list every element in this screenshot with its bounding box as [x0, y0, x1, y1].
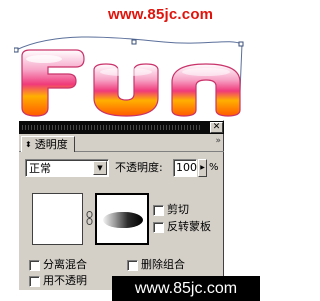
- close-button[interactable]: ✕: [210, 122, 223, 133]
- panel-tab-row: ⬍ 透明度 »: [19, 135, 224, 152]
- delete-group-option[interactable]: 删除组合: [127, 258, 185, 272]
- knockout-option[interactable]: 分离混合: [29, 258, 87, 272]
- invert-mask-checkbox[interactable]: [153, 221, 164, 233]
- invert-mask-option[interactable]: 反转蒙板: [153, 220, 211, 234]
- chevron-down-icon[interactable]: ▼: [93, 161, 107, 175]
- clip-option[interactable]: 剪切: [153, 203, 189, 217]
- fun-text-artwork[interactable]: [14, 32, 246, 120]
- drag-grip[interactable]: [22, 125, 202, 130]
- blend-mode-value: 正常: [29, 162, 51, 175]
- mask-preview: [103, 212, 143, 228]
- artwork-canvas: www.85jc.com: [0, 0, 260, 120]
- opacity-input[interactable]: 100: [173, 159, 197, 177]
- knockout-label: 分离混合: [43, 258, 87, 271]
- watermark-bottom: www.85jc.com: [112, 276, 260, 301]
- clip-checkbox[interactable]: [153, 204, 164, 216]
- blend-mode-select[interactable]: 正常 ▼: [25, 159, 109, 177]
- clip-label: 剪切: [167, 203, 189, 216]
- opacity-shape-option[interactable]: 用不透明: [29, 274, 87, 288]
- opacity-unit: %: [209, 162, 219, 173]
- link-icon[interactable]: [86, 211, 93, 225]
- delete-group-checkbox[interactable]: [127, 259, 138, 271]
- invert-mask-label: 反转蒙板: [167, 220, 211, 233]
- transparency-panel: ✕ ⬍ 透明度 » 正常 ▼ 不透明度: 100 ▶ % 剪切 反转蒙板 分离混…: [18, 120, 224, 290]
- watermark-top: www.85jc.com: [108, 6, 214, 23]
- opacity-shape-checkbox[interactable]: [29, 275, 40, 287]
- panel-titlebar[interactable]: ✕: [19, 121, 224, 134]
- tab-label: 透明度: [34, 137, 68, 151]
- panel-menu-button[interactable]: »: [215, 136, 220, 146]
- tab-transparency[interactable]: ⬍ 透明度: [21, 136, 75, 152]
- delete-group-label: 删除组合: [141, 258, 185, 271]
- up-down-triangle-icon: ⬍: [25, 139, 32, 149]
- opacity-shape-label: 用不透明: [43, 274, 87, 287]
- path-anchor: [238, 41, 244, 47]
- artwork-thumbnail[interactable]: [32, 193, 83, 245]
- mask-thumbnail[interactable]: [95, 193, 149, 245]
- opacity-slider-button[interactable]: ▶: [198, 159, 207, 177]
- path-anchor: [14, 47, 19, 53]
- opacity-label: 不透明度:: [115, 161, 163, 174]
- knockout-checkbox[interactable]: [29, 259, 40, 271]
- path-anchor: [131, 39, 137, 45]
